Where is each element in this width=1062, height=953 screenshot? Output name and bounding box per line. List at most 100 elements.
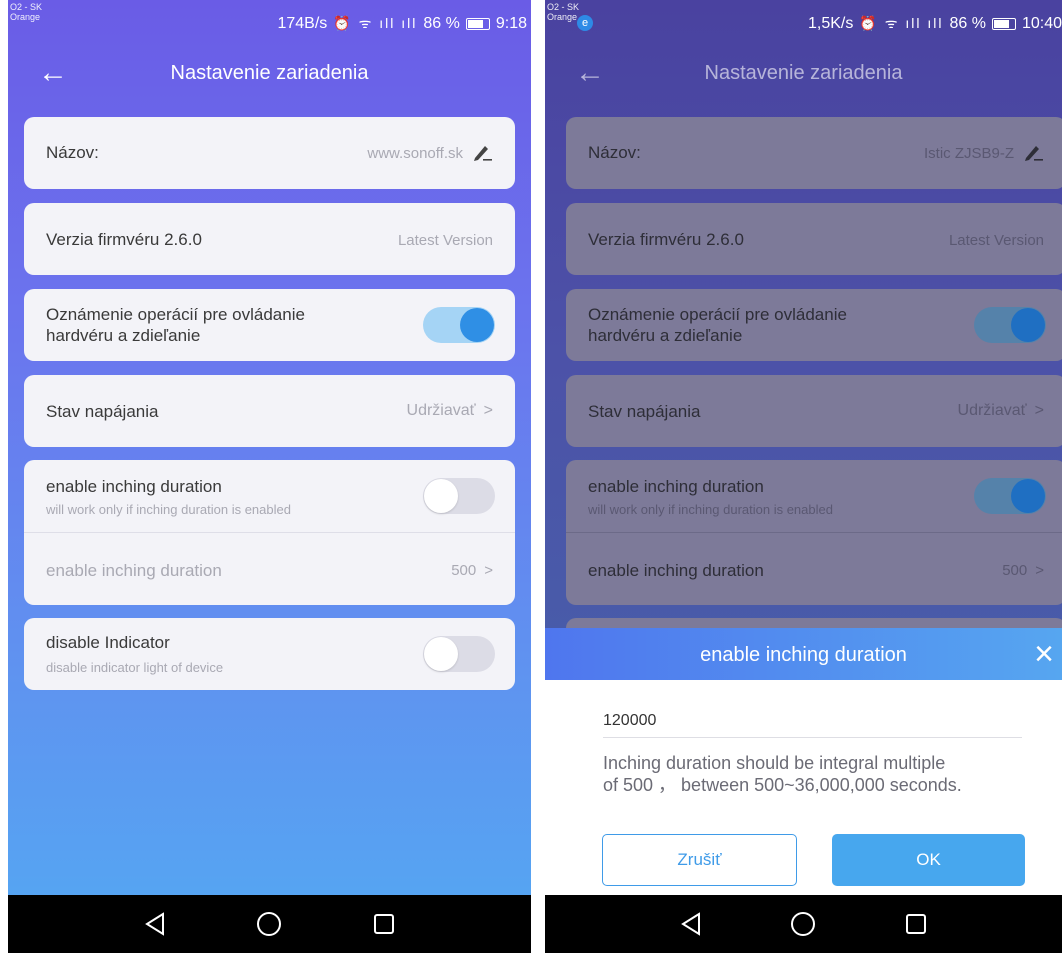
chevron-right-icon: > bbox=[484, 562, 493, 579]
toggle-knob bbox=[1011, 308, 1045, 342]
app-header: ← Nastavenie zariadenia bbox=[545, 50, 1062, 100]
ok-button[interactable]: OK bbox=[832, 834, 1025, 886]
inching-duration-label[interactable]: enable inching duration bbox=[46, 561, 222, 581]
inching-toggle[interactable] bbox=[423, 478, 495, 514]
power-state-value-group: Udržiavať > bbox=[958, 402, 1044, 420]
device-name-row[interactable]: Názov: Istic ZJSB9-Z bbox=[566, 117, 1062, 189]
clock: 10:40 bbox=[1021, 14, 1062, 32]
close-icon[interactable]: × bbox=[1026, 636, 1062, 672]
page-title: Nastavenie zariadenia bbox=[170, 62, 369, 84]
indicator-toggle[interactable] bbox=[423, 636, 495, 672]
carrier-label: O2 - SK Orange bbox=[10, 2, 42, 22]
inching-duration-value-group[interactable]: 500 > bbox=[1002, 562, 1044, 579]
inching-card: enable inching duration will work only i… bbox=[24, 460, 515, 605]
firmware-row[interactable]: Verzia firmvéru 2.6.0 Latest Version bbox=[566, 203, 1062, 275]
inching-card: enable inching duration will work only i… bbox=[566, 460, 1062, 605]
carrier-line1: O2 - SK bbox=[10, 2, 43, 12]
inching-sublabel: will work only if inching duration is en… bbox=[46, 502, 291, 517]
clock: 9:18 bbox=[495, 14, 527, 32]
android-nav-bar bbox=[8, 895, 531, 953]
device-name-value: www.sonoff.sk bbox=[367, 144, 463, 162]
triangle-back-icon[interactable] bbox=[676, 909, 706, 939]
dialog-hint-line1: Inching duration should be integral mult… bbox=[603, 753, 946, 773]
network-speed: 1,5K/s bbox=[808, 14, 854, 32]
settings-screen-dimmed: O2 - SK Orange e 1,5K/s ⏰ ᯤ ıll ıll 86 %… bbox=[545, 0, 1062, 895]
notification-label-line2: hardvéru a zdieľanie bbox=[588, 326, 743, 345]
toggle-knob bbox=[424, 637, 458, 671]
page-title: Nastavenie zariadenia bbox=[704, 62, 903, 84]
inching-duration-input[interactable] bbox=[603, 704, 1022, 738]
notification-toggle[interactable] bbox=[423, 307, 495, 343]
dialog-hint: Inching duration should be integral mult… bbox=[603, 752, 1032, 796]
firmware-status: Latest Version bbox=[948, 232, 1044, 249]
settings-screen: O2 - SK Orange 174B/s ⏰ ᯤ ıll ıll 86 % 9… bbox=[8, 0, 531, 895]
circle-home-icon[interactable] bbox=[788, 909, 818, 939]
toggle-knob bbox=[424, 479, 458, 513]
network-speed: 174B/s bbox=[277, 14, 328, 32]
inching-duration-dialog: enable inching duration × Inching durati… bbox=[545, 628, 1062, 895]
notification-label: Oznámenie operácií pre ovládanie hardvér… bbox=[46, 304, 305, 346]
status-indicators: 174B/s ⏰ ᯤ ıll ıll 86 % 9:18 bbox=[277, 14, 527, 33]
square-recent-icon[interactable] bbox=[901, 909, 931, 939]
firmware-status: Latest Version bbox=[397, 232, 493, 249]
inching-duration-value: 500 bbox=[451, 562, 477, 579]
firmware-label: Verzia firmvéru 2.6.0 bbox=[46, 230, 202, 249]
device-name-value-group: www.sonoff.sk bbox=[367, 143, 493, 163]
notification-label: Oznámenie operácií pre ovládanie hardvér… bbox=[588, 304, 847, 346]
device-name-label: Názov: bbox=[46, 143, 99, 162]
dialog-title: enable inching duration bbox=[700, 644, 907, 666]
dialog-hint-line2: of 500 ， between 500~36,000,000 seconds. bbox=[603, 775, 962, 795]
notification-label-line1: Oznámenie operácií pre ovládanie bbox=[46, 305, 305, 324]
carrier-label: O2 - SK Orange bbox=[547, 2, 579, 22]
left-phone-screen: O2 - SK Orange 174B/s ⏰ ᯤ ıll ıll 86 % 9… bbox=[8, 0, 531, 953]
inching-label: enable inching duration bbox=[46, 477, 222, 496]
notification-toggle[interactable] bbox=[974, 307, 1046, 343]
power-state-label: Stav napájania bbox=[46, 402, 159, 421]
indicator-sublabel: disable indicator light of device bbox=[46, 660, 224, 675]
device-name-row[interactable]: Názov: www.sonoff.sk bbox=[24, 117, 515, 189]
power-state-row[interactable]: Stav napájania Udržiavať > bbox=[24, 375, 515, 447]
inching-toggle[interactable] bbox=[974, 478, 1046, 514]
power-state-row[interactable]: Stav napájania Udržiavať > bbox=[566, 375, 1062, 447]
battery-icon bbox=[465, 17, 490, 30]
divider bbox=[566, 532, 1062, 533]
battery-icon bbox=[991, 17, 1016, 30]
power-state-value: Udržiavať bbox=[957, 402, 1027, 419]
battery-percent: 86 % bbox=[423, 14, 460, 32]
divider bbox=[24, 532, 515, 533]
cancel-button[interactable]: Zrušiť bbox=[602, 834, 797, 886]
edit-pen-icon[interactable] bbox=[1022, 143, 1044, 163]
firmware-label: Verzia firmvéru 2.6.0 bbox=[588, 230, 744, 249]
chevron-right-icon: > bbox=[1034, 402, 1044, 419]
device-name-value-group: Istic ZJSB9-Z bbox=[924, 143, 1044, 163]
firmware-row[interactable]: Verzia firmvéru 2.6.0 Latest Version bbox=[24, 203, 515, 275]
inching-duration-value-group[interactable]: 500 > bbox=[451, 562, 493, 579]
inching-duration-label[interactable]: enable inching duration bbox=[588, 561, 764, 581]
toggle-knob bbox=[1011, 479, 1045, 513]
notification-badge-icon: e bbox=[577, 15, 593, 31]
alarm-wifi-signal-icons: ⏰ ᯤ ıll ıll bbox=[859, 15, 944, 31]
triangle-back-icon[interactable] bbox=[140, 909, 170, 939]
app-header: ← Nastavenie zariadenia bbox=[8, 50, 531, 100]
dialog-header: enable inching duration × bbox=[545, 628, 1062, 680]
notification-row: Oznámenie operácií pre ovládanie hardvér… bbox=[24, 289, 515, 361]
status-bar: O2 - SK Orange 174B/s ⏰ ᯤ ıll ıll 86 % 9… bbox=[8, 0, 531, 42]
carrier-line1: O2 - SK bbox=[547, 2, 580, 12]
circle-home-icon[interactable] bbox=[254, 909, 284, 939]
right-phone-screen: O2 - SK Orange e 1,5K/s ⏰ ᯤ ıll ıll 86 %… bbox=[545, 0, 1062, 953]
power-state-value: Udržiavať bbox=[406, 402, 476, 419]
chevron-right-icon: > bbox=[483, 402, 493, 419]
device-name-label: Názov: bbox=[588, 143, 641, 162]
square-recent-icon[interactable] bbox=[369, 909, 399, 939]
inching-duration-value: 500 bbox=[1002, 562, 1028, 579]
device-name-value: Istic ZJSB9-Z bbox=[923, 144, 1014, 162]
notification-label-line1: Oznámenie operácií pre ovládanie bbox=[588, 305, 847, 324]
edit-pen-icon[interactable] bbox=[471, 143, 493, 163]
battery-percent: 86 % bbox=[949, 14, 986, 32]
indicator-label: disable Indicator bbox=[46, 633, 170, 652]
power-state-value-group: Udržiavať > bbox=[407, 402, 493, 420]
carrier-line2: Orange bbox=[10, 12, 41, 22]
alarm-wifi-signal-icons: ⏰ ᯤ ıll ıll bbox=[333, 15, 418, 31]
chevron-right-icon: > bbox=[1035, 562, 1044, 579]
notification-row: Oznámenie operácií pre ovládanie hardvér… bbox=[566, 289, 1062, 361]
